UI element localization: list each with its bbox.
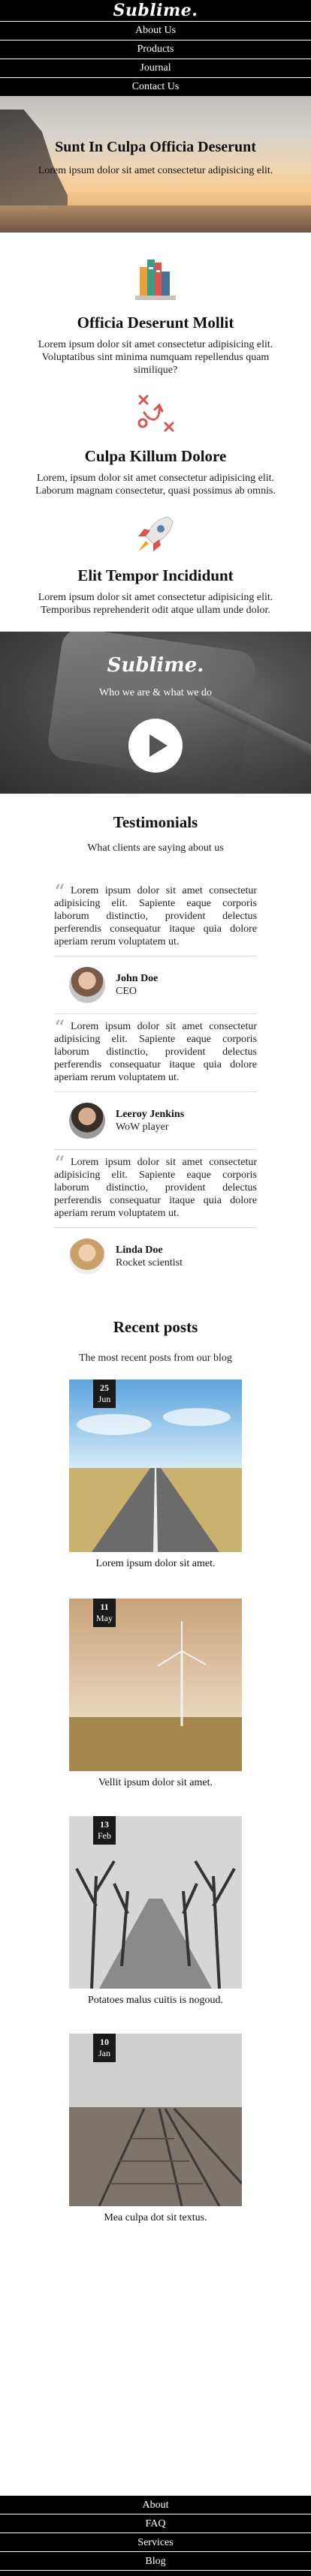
post-date-badge: 25 Jun	[93, 1380, 116, 1408]
author-role: Rocket scientist	[116, 1257, 183, 1268]
books-icon	[135, 260, 176, 300]
testimonial-author: John Doe CEO	[54, 967, 257, 1003]
video-tagline: Who we are & what we do	[98, 687, 213, 698]
strategy-icon	[137, 395, 174, 432]
copyright-text: © Sublime All Right Reserved 2014 - More…	[0, 2570, 311, 2576]
nav-item-products[interactable]: Products	[0, 40, 311, 59]
post-day: 11	[100, 1602, 109, 1612]
quote-icon: “	[54, 1151, 65, 1176]
testimonial-quote: “ Lorem ipsum dolor sit amet consectetur…	[54, 880, 257, 948]
recent-posts-section: Recent posts The most recent posts from …	[0, 1274, 311, 2224]
post-day: 10	[100, 2037, 109, 2047]
testimonial-quote: “ Lorem ipsum dolor sit amet consectetur…	[54, 1151, 257, 1220]
post-day: 25	[100, 1383, 109, 1393]
quote-icon: “	[54, 880, 65, 905]
nav-item-journal[interactable]: Journal	[0, 59, 311, 77]
quote-text: Lorem ipsum dolor sit amet consectetur a…	[54, 885, 257, 947]
video-section: Sublime. Who we are & what we do	[0, 632, 311, 794]
footer-link-blog[interactable]: Blog	[0, 2551, 311, 2570]
divider	[54, 1149, 257, 1150]
hero-text: Lorem ipsum dolor sit amet consectetur a…	[38, 165, 273, 176]
post-title[interactable]: Lorem ipsum dolor sit amet.	[0, 1558, 311, 1570]
feature-title: Culpa Killum Dolore	[84, 447, 227, 465]
rocket-icon	[138, 516, 174, 551]
post-month: Feb	[98, 1830, 111, 1841]
post-title[interactable]: Potatoes malus cuitis is nogoud.	[0, 1995, 311, 2007]
author-name: Linda Doe	[116, 1244, 163, 1256]
quote-text: Lorem ipsum dolor sit amet consectetur a…	[54, 1157, 257, 1219]
post-month: Jan	[98, 2048, 110, 2058]
avatar	[69, 967, 105, 1003]
post-title[interactable]: Vellit ipsum dolor sit amet.	[0, 1777, 311, 1789]
post-month: Jun	[98, 1394, 111, 1404]
nav-item-about-us[interactable]: About Us	[0, 21, 311, 40]
divider	[54, 1227, 257, 1228]
feature-item: Culpa Killum Dolore Lorem, ipsum dolor s…	[0, 377, 311, 497]
post-date-badge: 11 May	[93, 1599, 116, 1627]
feature-title: Officia Deserunt Mollit	[77, 314, 234, 332]
post-date-badge: 10 Jan	[93, 2034, 116, 2062]
features: Officia Deserunt Mollit Lorem ipsum dolo…	[0, 233, 311, 617]
testimonials-section: Testimonials What clients are saying abo…	[0, 813, 311, 1274]
author-name: Leeroy Jenkins	[116, 1109, 185, 1120]
page: Sublime. About Us Products Journal Conta…	[0, 0, 311, 2576]
feature-text: Lorem, ipsum dolor sit amet consectetur …	[35, 473, 276, 497]
avatar	[69, 1103, 105, 1139]
quote-text: Lorem ipsum dolor sit amet consectetur a…	[54, 1021, 257, 1083]
feature-item: Officia Deserunt Mollit Lorem ipsum dolo…	[0, 233, 311, 377]
footer: About FAQ Services Blog © Sublime All Ri…	[0, 2495, 311, 2576]
author-role: CEO	[116, 986, 137, 997]
hero-banner: Sunt In Culpa Officia Deserunt Lorem ips…	[0, 96, 311, 233]
testimonials-title: Testimonials	[113, 813, 198, 831]
testimonials-subtitle: What clients are saying about us	[87, 842, 224, 854]
feature-text: Lorem ipsum dolor sit amet consectetur a…	[38, 339, 273, 376]
nav-item-contact-us[interactable]: Contact Us	[0, 77, 311, 96]
feature-title: Elit Tempor Incididunt	[77, 566, 234, 584]
footer-link-services[interactable]: Services	[0, 2532, 311, 2551]
site-logo[interactable]: Sublime.	[113, 1, 198, 20]
post-title[interactable]: Mea culpa dot sit textus.	[0, 2212, 311, 2224]
post-day: 13	[100, 1819, 109, 1830]
divider	[54, 1013, 257, 1014]
author-name: John Doe	[116, 973, 159, 984]
video-logo: Sublime.	[107, 654, 204, 677]
main-nav: About Us Products Journal Contact Us	[0, 21, 311, 96]
hero-ground-image	[0, 206, 311, 233]
testimonial-quote: “ Lorem ipsum dolor sit amet consectetur…	[54, 1016, 257, 1084]
post-date-badge: 13 Feb	[93, 1816, 116, 1845]
feature-item: Elit Tempor Incididunt Lorem ipsum dolor…	[0, 497, 311, 617]
divider	[54, 1091, 257, 1092]
testimonial-author: Leeroy Jenkins WoW player	[54, 1103, 257, 1139]
play-icon[interactable]	[128, 719, 183, 773]
posts-title: Recent posts	[113, 1318, 198, 1336]
author-role: WoW player	[116, 1121, 169, 1133]
testimonial-author: Linda Doe Rocket scientist	[54, 1238, 257, 1274]
post-month: May	[96, 1613, 113, 1623]
footer-link-about[interactable]: About	[0, 2495, 311, 2514]
quote-icon: “	[54, 1016, 65, 1040]
footer-link-faq[interactable]: FAQ	[0, 2514, 311, 2532]
hero-title: Sunt In Culpa Officia Deserunt	[55, 139, 256, 155]
avatar	[69, 1238, 105, 1274]
header-bar: Sublime.	[0, 0, 311, 21]
feature-text: Lorem ipsum dolor sit amet consectetur a…	[38, 592, 273, 616]
posts-subtitle: The most recent posts from our blog	[79, 1353, 232, 1364]
